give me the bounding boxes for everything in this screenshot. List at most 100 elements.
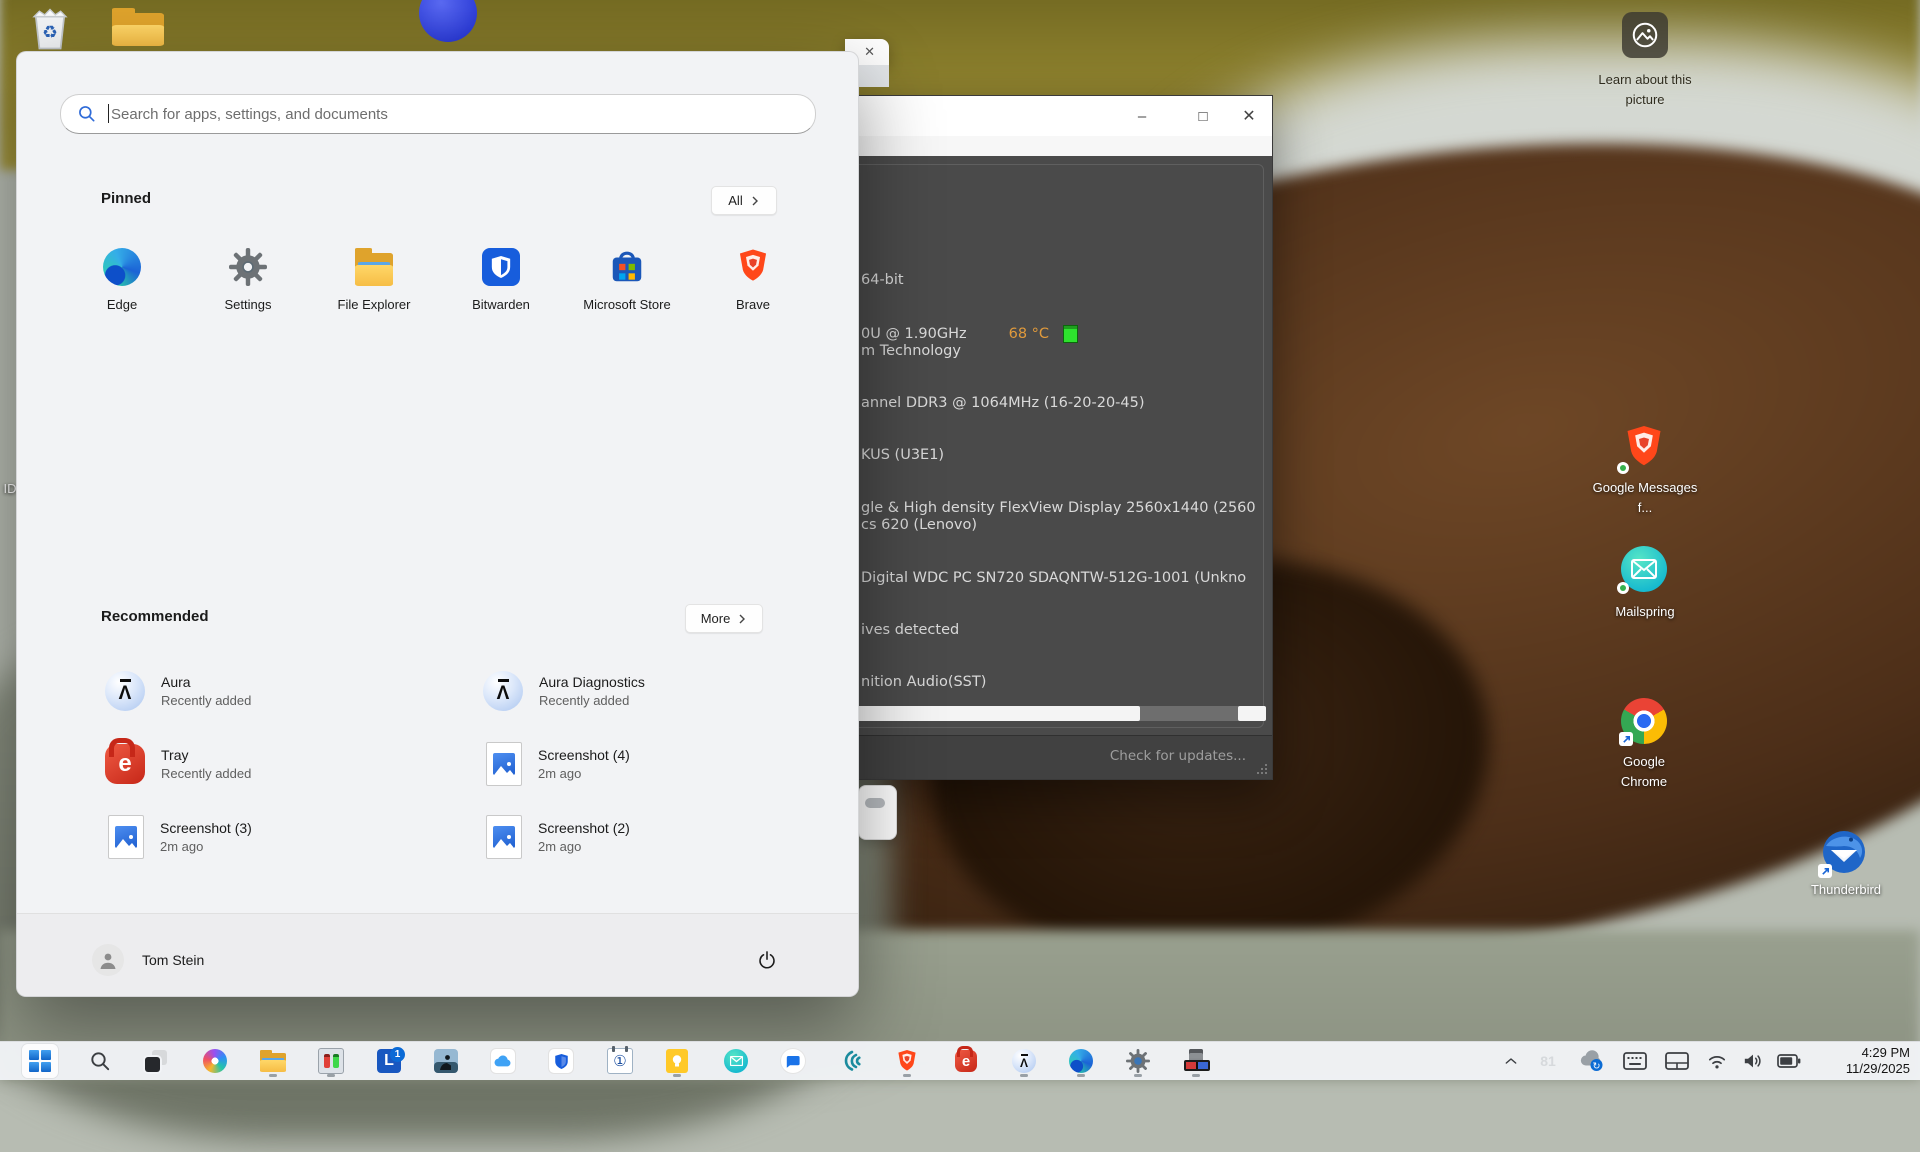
copilot-button[interactable]: [197, 1044, 233, 1078]
svg-text:♻: ♻: [42, 22, 58, 42]
cpu-line: 0U @ 1.90GHz 68 °C: [861, 325, 1078, 343]
pinned-app-brave[interactable]: Brave: [697, 248, 809, 312]
google-messages-shortcut-icon[interactable]: [1621, 424, 1667, 472]
calendar-one-icon: ①: [607, 1048, 633, 1074]
thunderbird-shortcut-label: Thunderbird: [1804, 880, 1888, 900]
learn-about-picture-icon[interactable]: [1622, 12, 1668, 58]
cpu-temp: 68 °C: [1009, 326, 1049, 342]
taskbar-mailspring[interactable]: [718, 1044, 754, 1078]
taskbar-app-l[interactable]: L1: [371, 1044, 407, 1078]
hardware-info-icon: [1184, 1049, 1208, 1073]
taskbar-wave-app[interactable]: [832, 1044, 868, 1078]
recommended-item-screenshot-4[interactable]: Screenshot (4)2m ago: [483, 740, 833, 788]
tray-clock[interactable]: 4:29 PM 11/29/2025: [1846, 1045, 1910, 1077]
close-button[interactable]: ✕: [1226, 96, 1272, 136]
recommended-item-tray[interactable]: e TrayRecently added: [105, 740, 455, 788]
graphics-line-2: cs 620 (Lenovo): [861, 517, 977, 533]
recommended-item-aura[interactable]: Λ AuraRecently added: [105, 667, 455, 715]
check-updates-link[interactable]: Check for updates...: [1110, 748, 1246, 764]
windows-logo-icon: [29, 1050, 51, 1072]
desktop-folder-icon[interactable]: [112, 8, 164, 46]
pinned-app-settings[interactable]: Settings: [192, 248, 304, 312]
taskbar-battery-monitor[interactable]: [313, 1044, 349, 1078]
brave-icon: [895, 1049, 919, 1074]
taskbar-google-keep[interactable]: [659, 1044, 695, 1078]
touchpad-tray-icon[interactable]: [1662, 1048, 1692, 1074]
taskbar-edge[interactable]: [1063, 1044, 1099, 1078]
taskbar-settings[interactable]: [1120, 1044, 1156, 1078]
battery-icon: [1777, 1053, 1801, 1069]
start-button[interactable]: [22, 1044, 58, 1078]
thunderbird-shortcut-icon[interactable]: [1820, 828, 1868, 876]
kindle-icon: [434, 1049, 458, 1073]
pinned-app-microsoft-store[interactable]: Microsoft Store: [571, 248, 683, 312]
pinned-all-button[interactable]: All: [711, 186, 777, 215]
volume-tray-icon[interactable]: [1738, 1048, 1768, 1074]
recommended-item-screenshot-3[interactable]: Screenshot (3)2m ago: [105, 813, 455, 861]
pinned-app-edge[interactable]: Edge: [66, 248, 178, 312]
icloud-icon: [491, 1049, 515, 1073]
shortcut-arrow-badge: [1619, 732, 1633, 746]
background-window-scroll-fragment: [858, 785, 897, 840]
taskbar-file-explorer[interactable]: [255, 1044, 291, 1078]
picture-icon: [1630, 20, 1660, 50]
taskbar-bitwarden[interactable]: [543, 1044, 579, 1078]
scrollbar-end-button[interactable]: [1238, 706, 1266, 721]
tray-app-icon: e: [105, 744, 145, 784]
file-explorer-icon: [355, 248, 393, 286]
start-menu-footer: Tom Stein: [17, 913, 858, 996]
shortcut-dot-badge: [1617, 582, 1629, 594]
maximize-button[interactable]: □: [1180, 96, 1226, 136]
aura-icon: Λ: [105, 671, 145, 711]
clock-date: 11/29/2025: [1846, 1061, 1910, 1077]
taskbar-kindle[interactable]: [428, 1044, 464, 1078]
wifi-tray-icon[interactable]: [1702, 1048, 1732, 1074]
start-menu: Pinned All Edge Settings File Explorer B…: [16, 51, 859, 997]
clock-time: 4:29 PM: [1846, 1045, 1910, 1061]
ram-line: annel DDR3 @ 1064MHz (16-20-20-45): [861, 395, 1145, 411]
pinned-app-file-explorer[interactable]: File Explorer: [318, 248, 430, 312]
scrollbar-thumb[interactable]: [865, 798, 885, 808]
chevron-right-icon: [737, 614, 747, 624]
taskbar-hardware-info[interactable]: [1178, 1044, 1214, 1078]
taskbar-brave[interactable]: [889, 1044, 925, 1078]
brave-icon: [734, 248, 772, 286]
recommended-more-button[interactable]: More: [685, 604, 763, 633]
settings-gear-icon: [1126, 1049, 1150, 1073]
search-icon: [77, 104, 97, 124]
recommended-item-aura-diagnostics[interactable]: Λ Aura DiagnosticsRecently added: [483, 667, 833, 715]
notification-badge: 1: [390, 1047, 405, 1062]
tray-counter[interactable]: 81: [1533, 1048, 1563, 1074]
recommended-item-screenshot-2[interactable]: Screenshot (2)2m ago: [483, 813, 833, 861]
envelope-icon: [1631, 559, 1657, 579]
google-chrome-shortcut-label: Google Chrome: [1604, 752, 1684, 792]
aura-icon: Λ: [1012, 1049, 1036, 1073]
mailspring-icon: [724, 1049, 748, 1073]
resize-grip[interactable]: [1256, 763, 1268, 775]
power-button[interactable]: [749, 942, 785, 978]
taskbar-icloud[interactable]: [485, 1044, 521, 1078]
mailspring-shortcut-icon[interactable]: [1621, 546, 1667, 592]
task-view-button[interactable]: [138, 1044, 174, 1078]
pinned-app-bitwarden[interactable]: Bitwarden: [445, 248, 557, 312]
search-box[interactable]: [60, 94, 816, 134]
blue-app-desktop-icon[interactable]: [419, 0, 477, 42]
minimize-button[interactable]: –: [1119, 96, 1165, 136]
taskbar-calendar-app[interactable]: ①: [602, 1044, 638, 1078]
google-chrome-shortcut-icon[interactable]: [1621, 698, 1667, 744]
user-profile[interactable]: Tom Stein: [92, 944, 204, 976]
touch-keyboard-tray-icon[interactable]: [1620, 1048, 1650, 1074]
taskbar-tray-app[interactable]: e: [948, 1044, 984, 1078]
close-icon[interactable]: ✕: [864, 44, 875, 60]
battery-tray-icon[interactable]: [1774, 1048, 1804, 1074]
recycle-bin-icon[interactable]: ♻: [28, 6, 72, 52]
taskbar-aura[interactable]: Λ: [1006, 1044, 1042, 1078]
taskbar-search-button[interactable]: [82, 1044, 118, 1078]
google-messages-shortcut-label: Google Messages f...: [1584, 478, 1706, 518]
edge-icon: [103, 248, 141, 286]
taskbar-google-messages[interactable]: [775, 1044, 811, 1078]
touchpad-icon: [1665, 1052, 1689, 1070]
search-input[interactable]: [109, 95, 793, 133]
tray-overflow-chevron[interactable]: [1496, 1048, 1526, 1074]
onedrive-tray-icon[interactable]: ↻: [1577, 1048, 1607, 1074]
